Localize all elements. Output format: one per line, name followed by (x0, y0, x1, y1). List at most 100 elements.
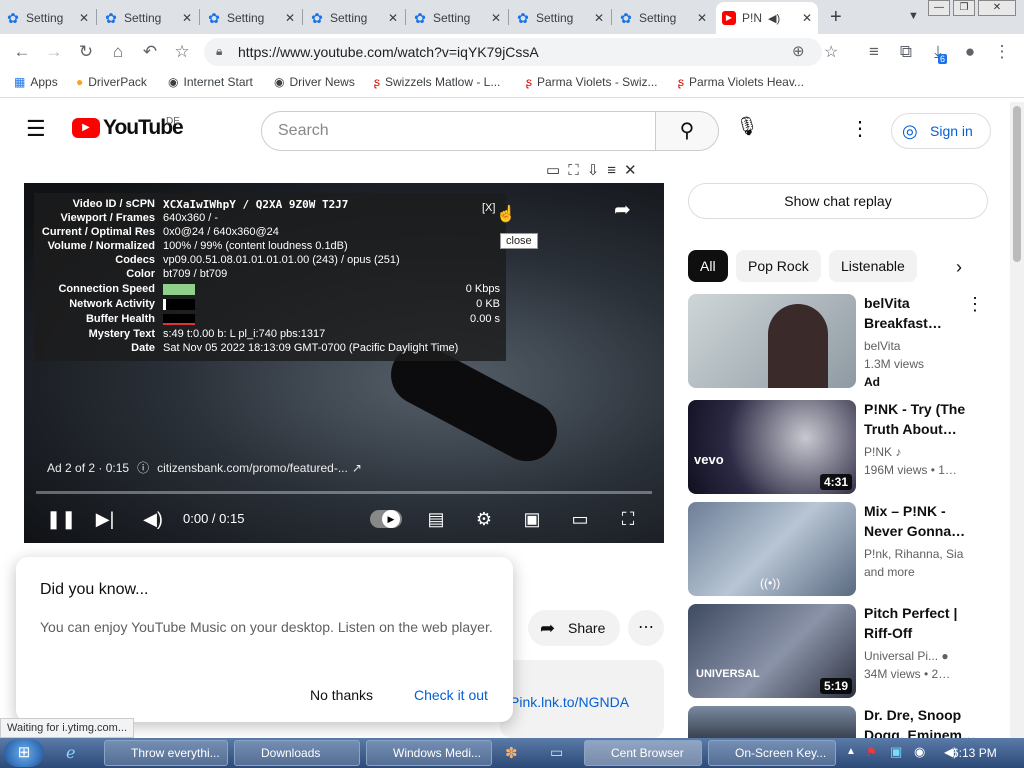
stats-close-button[interactable]: [X] (482, 202, 495, 214)
crop-icon[interactable]: ⧉ (894, 40, 918, 64)
tab-close-icon[interactable]: ✕ (388, 11, 398, 25)
video-title[interactable]: Dr. Dre, Snoop Dogg, Eminem… (864, 705, 976, 738)
video-thumbnail[interactable] (688, 706, 856, 738)
page-scrollbar[interactable] (1010, 102, 1024, 738)
tab-search-icon[interactable]: ▼ (908, 10, 919, 22)
internet-explorer-icon[interactable]: ℯ (66, 743, 75, 763)
bookmark-internet-start[interactable]: ◉ Internet Start (168, 75, 253, 89)
list-icon[interactable]: ≡ (607, 162, 624, 179)
video-channel[interactable]: belVita (864, 337, 976, 355)
pause-icon[interactable]: ❚❚ (46, 507, 76, 531)
bookmark-parma-violets-2[interactable]: ʂ Parma Violets Heav... (678, 75, 804, 89)
minimize-button[interactable]: — (928, 0, 950, 16)
close-window-button[interactable]: ✕ (978, 0, 1016, 16)
miniplayer-icon[interactable]: ▣ (519, 507, 545, 531)
share-button[interactable]: ➦ Share (528, 610, 620, 646)
bookmark-apps[interactable]: ▦ Apps (14, 75, 58, 89)
ad-link[interactable]: citizensbank.com/promo/featured-... (157, 461, 348, 475)
theater-mode-icon[interactable]: ▭ (567, 507, 593, 531)
chip-all[interactable]: All (688, 250, 728, 282)
video-title[interactable]: Pitch Perfect | Riff-Off (864, 603, 976, 643)
home-icon[interactable]: ⌂ (106, 40, 130, 64)
sign-in-button[interactable]: ◎ Sign in (891, 113, 991, 149)
taskbar-item-downloads[interactable]: Downloads (234, 740, 360, 766)
video-channel[interactable]: P!nk, Rihanna, Sia (864, 545, 976, 563)
undo-icon[interactable]: ↶ (138, 40, 162, 64)
video-icon[interactable]: ▭ (546, 162, 568, 179)
tab-settings-6[interactable]: ✿ Setting ✕ (510, 2, 610, 34)
download-icon[interactable]: ⇩ (587, 162, 608, 179)
bookmark-star-icon[interactable]: ☆ (170, 40, 194, 64)
tab-settings-3[interactable]: ✿ Setting ✕ (201, 2, 301, 34)
tab-settings-5[interactable]: ✿ Setting ✕ (407, 2, 507, 34)
add-icon[interactable]: ⊕ (792, 42, 805, 60)
back-icon[interactable]: ← (10, 40, 34, 64)
no-thanks-button[interactable]: No thanks (310, 687, 373, 703)
share-arrow-icon[interactable]: ➦ (614, 197, 631, 222)
url-text[interactable]: https://www.youtube.com/watch?v=iqYK79jC… (238, 44, 539, 60)
tray-record-icon[interactable]: ◉ (914, 744, 925, 760)
video-title[interactable]: belVita Breakfast… (864, 293, 976, 333)
video-channel[interactable]: Universal Pi... ● (864, 647, 976, 665)
progress-bar[interactable] (36, 491, 652, 494)
settings-gear-icon[interactable]: ⚙ (471, 507, 497, 531)
scrollbar-thumb[interactable] (1013, 106, 1021, 262)
subtitles-icon[interactable]: ▤ (423, 507, 449, 531)
star-icon[interactable]: ☆ (824, 42, 838, 62)
more-actions-icon[interactable]: ⋯ (628, 610, 664, 646)
fullscreen-icon[interactable]: ⛶ (615, 507, 641, 531)
video-thumbnail[interactable]: ((•)) (688, 502, 856, 596)
chip-listenable[interactable]: Listenable (829, 250, 917, 282)
youtube-logo-icon[interactable]: ▶ (72, 118, 100, 138)
more-options-icon[interactable]: ⋮ (966, 294, 984, 315)
video-thumbnail[interactable] (688, 294, 856, 388)
taskbar-item-on-screen-keyboard[interactable]: On-Screen Key... (708, 740, 836, 766)
tab-close-icon[interactable]: ✕ (594, 11, 604, 25)
hamburger-menu-icon[interactable]: ☰ (26, 118, 46, 140)
tab-close-icon[interactable]: ✕ (491, 11, 501, 25)
reading-list-icon[interactable]: ≡ (862, 40, 886, 64)
search-button[interactable]: ⚲ (655, 111, 719, 151)
start-button[interactable]: ⊞ (4, 739, 44, 767)
tab-close-icon[interactable]: ✕ (802, 11, 812, 25)
video-title[interactable]: Mix – P!NK - Never Gonna… (864, 501, 976, 541)
search-input[interactable]: Search (261, 111, 656, 151)
clock[interactable]: 6:13 PM (952, 746, 997, 760)
tab-close-icon[interactable]: ✕ (285, 11, 295, 25)
tray-expand-icon[interactable]: ▲ (846, 746, 856, 757)
video-channel[interactable]: P!NK ♪ (864, 443, 976, 461)
bookmark-swizzels[interactable]: ʂ Swizzels Matlow - L... (374, 75, 500, 89)
check-it-out-button[interactable]: Check it out (414, 687, 488, 703)
new-tab-icon[interactable]: + (830, 6, 842, 29)
menu-icon[interactable]: ⋮ (990, 40, 1014, 64)
microphone-icon[interactable]: 🎙︎ (734, 116, 760, 146)
bookmark-driverpack[interactable]: ● DriverPack (76, 75, 147, 89)
taskbar-item-cent-browser[interactable]: Cent Browser (584, 740, 702, 766)
tray-flag-icon[interactable]: ⚑ (866, 745, 877, 759)
tab-settings-7[interactable]: ✿ Setting ✕ (613, 2, 713, 34)
video-thumbnail[interactable]: vevo 4:31 (688, 400, 856, 494)
tab-close-icon[interactable]: ✕ (79, 11, 89, 25)
taskbar-item-windows-media[interactable]: Windows Medi... (366, 740, 492, 766)
bookmark-parma-violets-1[interactable]: ʂ Parma Violets - Swiz... (526, 75, 657, 89)
video-thumbnail[interactable]: UNIVERSAL 5:19 (688, 604, 856, 698)
tab-settings-4[interactable]: ✿ Setting ✕ (304, 2, 404, 34)
volume-icon[interactable]: ◀) (140, 507, 166, 531)
expand-icon[interactable]: ⛶ (568, 162, 587, 179)
reload-icon[interactable]: ↻ (74, 40, 98, 64)
window-icon[interactable]: ▭ (550, 744, 563, 761)
info-icon[interactable]: ⓘ (137, 461, 149, 475)
settings-dots-icon[interactable]: ⋮ (850, 116, 870, 141)
close-icon[interactable]: ✕ (624, 162, 645, 179)
taskbar-item-throw[interactable]: Throw everythi... (104, 740, 228, 766)
tab-close-icon[interactable]: ✕ (182, 11, 192, 25)
tab-close-icon[interactable]: ✕ (697, 11, 707, 25)
forward-icon[interactable]: → (42, 40, 66, 64)
restore-button[interactable]: ❐ (953, 0, 975, 16)
tab-settings-2[interactable]: ✿ Setting ✕ (98, 2, 198, 34)
tab-youtube[interactable]: ▶ P!N ◀) ✕ (716, 2, 818, 34)
description-link[interactable]: Pink.lnk.to/NGNDA (510, 694, 629, 710)
next-icon[interactable]: ▶| (92, 507, 118, 531)
video-title[interactable]: P!NK - Try (The Truth About… (864, 399, 976, 439)
tray-display-icon[interactable]: ▣ (890, 744, 902, 760)
